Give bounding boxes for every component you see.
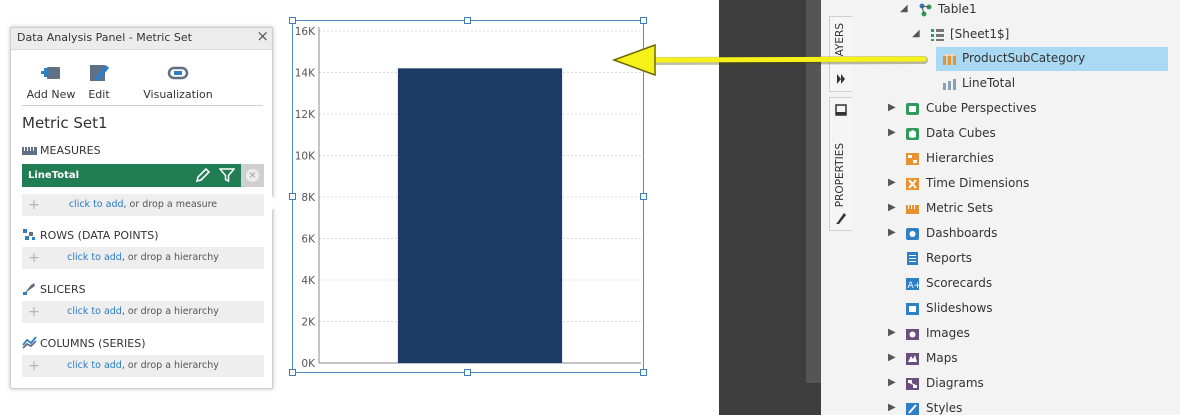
annotation-arrow-layer bbox=[611, 43, 928, 77]
yellow-arrow-icon bbox=[611, 43, 928, 77]
